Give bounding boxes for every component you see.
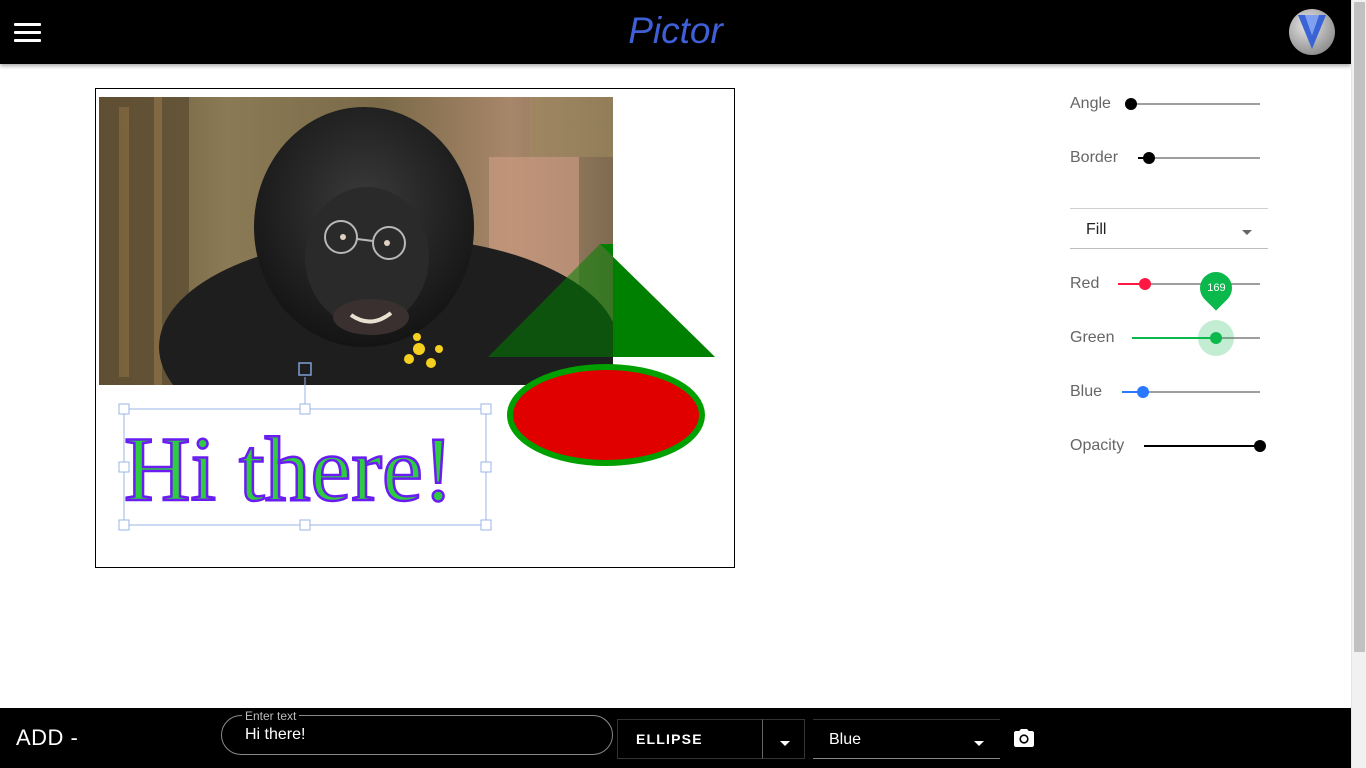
red-slider-row: Red (1070, 269, 1270, 299)
app-title: Pictor (628, 10, 723, 51)
camera-icon[interactable] (1012, 726, 1036, 750)
text-field-label: Enter text (242, 709, 300, 723)
resize-handle (299, 403, 311, 415)
angle-slider-row: Angle (1070, 89, 1270, 119)
shape-dropdown-toggle[interactable] (763, 719, 805, 759)
resize-handle (118, 403, 130, 415)
pictor-logo-icon[interactable] (1289, 9, 1335, 55)
border-slider-track[interactable] (1138, 157, 1260, 159)
drawing-canvas[interactable]: Hi there! (95, 88, 735, 568)
green-slider-row: Green 169 (1070, 265, 1270, 356)
blue-slider-row: Blue (1070, 377, 1270, 407)
opacity-label: Opacity (1070, 437, 1125, 454)
border-label: Border (1070, 149, 1119, 166)
ellipse-shape (507, 364, 705, 466)
resize-handle (299, 519, 311, 531)
blue-label: Blue (1070, 383, 1103, 400)
canvas-text-object[interactable]: Hi there! (123, 417, 455, 522)
chevron-down-icon (974, 741, 984, 746)
resize-handle (480, 519, 492, 531)
resize-handle (118, 519, 130, 531)
green-value-label: 169 (1207, 282, 1226, 294)
rotate-handle (298, 362, 312, 376)
shape-button[interactable]: ELLIPSE (617, 719, 763, 759)
opacity-slider-fill (1144, 445, 1260, 447)
blue-slider-thumb[interactable] (1136, 386, 1149, 398)
border-slider-row: Border (1070, 143, 1270, 173)
opacity-slider-thumb[interactable] (1254, 440, 1266, 452)
text-input-field[interactable]: Enter text (221, 709, 613, 755)
fill-select-value: Fill (1086, 221, 1107, 238)
app-bar: Pictor (0, 0, 1351, 64)
chevron-down-icon (780, 741, 790, 746)
shape-button-label: ELLIPSE (636, 731, 703, 747)
text-input[interactable] (245, 725, 585, 745)
chevron-down-icon (1242, 230, 1252, 235)
resize-handle (480, 461, 492, 473)
red-label: Red (1070, 275, 1100, 292)
red-slider-thumb[interactable] (1138, 278, 1151, 290)
fill-stroke-select[interactable]: Fill (1070, 208, 1268, 249)
angle-slider-track[interactable] (1131, 103, 1260, 105)
scrollbar-thumb[interactable] (1354, 2, 1365, 652)
canvas-shapes: Hi there! (118, 244, 715, 531)
triangle-shape (600, 244, 715, 357)
opacity-slider-row: Opacity (1070, 431, 1270, 461)
border-slider-thumb[interactable] (1142, 152, 1155, 164)
resize-handle (480, 403, 492, 415)
color-select-value: Blue (829, 731, 862, 748)
angle-slider-thumb[interactable] (1125, 98, 1137, 110)
color-select[interactable]: Blue (813, 719, 1000, 759)
green-label: Green (1070, 329, 1115, 346)
page-scrollbar[interactable] (1351, 0, 1366, 768)
bottom-toolbar: ADD - Enter text ELLIPSE Blue (0, 708, 1351, 768)
angle-label: Angle (1070, 95, 1111, 112)
add-button[interactable]: ADD - (16, 725, 78, 751)
